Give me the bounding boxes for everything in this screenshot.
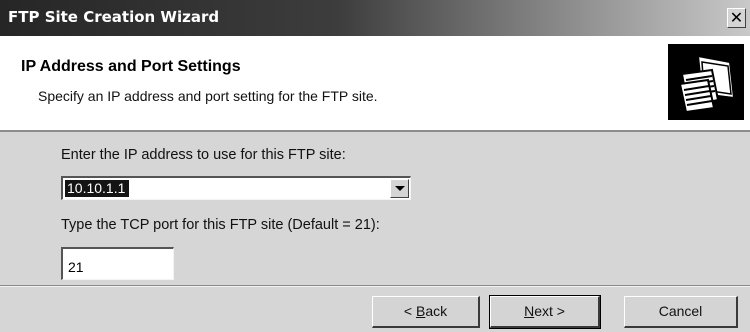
- next-button[interactable]: Next >: [489, 295, 601, 329]
- close-icon: ✕: [729, 8, 744, 27]
- close-button[interactable]: ✕: [727, 8, 746, 28]
- tcp-port-input[interactable]: [61, 247, 174, 280]
- next-mnemonic: N: [524, 303, 535, 319]
- button-separator: [0, 285, 750, 287]
- title-bar[interactable]: FTP Site Creation Wizard ✕: [0, 0, 750, 36]
- chevron-down-icon: [395, 186, 405, 191]
- wizard-documents-icon: [668, 44, 744, 120]
- ftp-wizard-dialog: FTP Site Creation Wizard ✕ IP Address an…: [0, 0, 750, 332]
- wizard-header: IP Address and Port Settings Specify an …: [0, 36, 750, 132]
- cancel-button[interactable]: Cancel: [624, 296, 738, 328]
- window-title: FTP Site Creation Wizard: [8, 8, 220, 26]
- ip-address-combobox[interactable]: 10.10.1.1: [61, 176, 411, 200]
- tcp-port-label: Type the TCP port for this FTP site (Def…: [61, 217, 380, 233]
- back-button[interactable]: < Back: [372, 296, 480, 328]
- next-label-rest: ext >: [534, 303, 565, 319]
- ip-address-value: 10.10.1.1: [65, 180, 130, 197]
- dropdown-button[interactable]: [390, 179, 409, 198]
- back-prefix: <: [403, 303, 416, 319]
- back-mnemonic: B: [415, 303, 426, 319]
- page-subtitle: Specify an IP address and port setting f…: [38, 88, 378, 104]
- back-label-rest: ack: [425, 303, 448, 319]
- ip-address-label: Enter the IP address to use for this FTP…: [61, 147, 346, 163]
- page-title: IP Address and Port Settings: [21, 58, 241, 75]
